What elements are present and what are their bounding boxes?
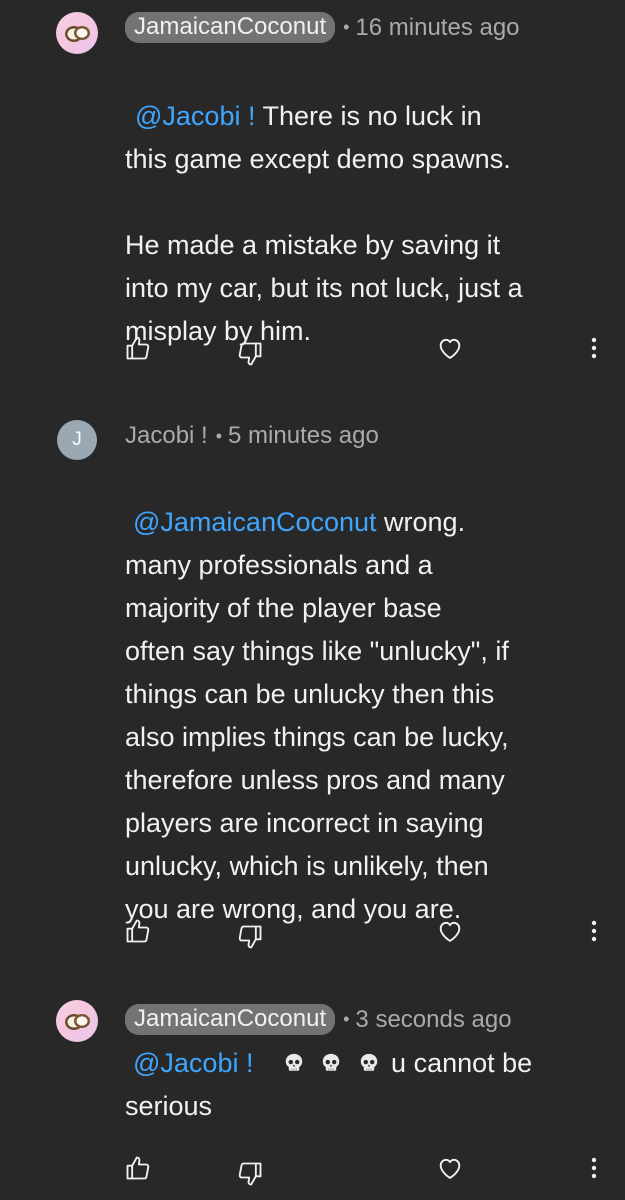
comment-text: @JamaicanCoconut wrong. many professiona… <box>125 458 605 931</box>
like-button[interactable] <box>121 914 155 948</box>
heart-button[interactable] <box>433 331 467 365</box>
more-vertical-icon <box>591 920 597 942</box>
timestamp[interactable]: 3 seconds ago <box>355 1006 511 1034</box>
like-button[interactable] <box>121 1151 155 1185</box>
thumbs-down-icon <box>238 1162 262 1186</box>
comment-header: Jacobi ! • 5 minutes ago <box>125 422 379 450</box>
more-button[interactable] <box>577 914 611 948</box>
heart-button[interactable] <box>433 914 467 948</box>
timestamp[interactable]: 5 minutes ago <box>228 422 379 450</box>
more-button[interactable] <box>577 331 611 365</box>
more-vertical-icon <box>591 337 597 359</box>
comment-actions <box>0 331 625 371</box>
heart-icon <box>439 921 461 942</box>
coconut-icon <box>65 1014 90 1030</box>
thumbs-up-icon <box>126 336 150 360</box>
dislike-button[interactable] <box>233 337 267 371</box>
avatar[interactable] <box>56 1000 98 1042</box>
thumbs-down-icon <box>238 342 262 366</box>
author-name[interactable]: JamaicanCoconut <box>125 1004 336 1035</box>
skull-emoji <box>360 1053 377 1071</box>
heart-icon <box>439 338 461 359</box>
heart-icon <box>439 1158 461 1179</box>
timestamp[interactable]: 16 minutes ago <box>355 14 519 42</box>
mention-link[interactable]: @Jacobi ! <box>133 1048 253 1078</box>
avatar[interactable] <box>56 12 98 54</box>
like-button[interactable] <box>121 331 155 365</box>
comment-actions <box>0 1151 625 1191</box>
comment-header: JamaicanCoconut • 3 seconds ago <box>125 1004 512 1035</box>
dislike-button[interactable] <box>233 920 267 954</box>
skull-emoji <box>322 1053 340 1071</box>
comment-text-content: u cannot be <box>391 1048 533 1078</box>
more-button[interactable] <box>577 1151 611 1185</box>
dislike-button[interactable] <box>233 1157 267 1191</box>
comment-text: @Jacobi ! u cannot be serious <box>125 1042 605 1128</box>
thumbs-up-icon <box>126 1156 150 1180</box>
comment-text-content-line2: serious <box>125 1091 213 1121</box>
comment-text: @Jacobi ! There is no luck in this game … <box>125 52 605 353</box>
thumbs-down-icon <box>238 925 262 949</box>
coconut-icon <box>65 26 90 42</box>
avatar-letter: J <box>72 429 82 450</box>
mention-link[interactable]: @JamaicanCoconut <box>133 507 377 537</box>
skull-emoji <box>285 1053 302 1071</box>
comment-text-content: wrong. many professionals and a majority… <box>125 507 509 924</box>
heart-button[interactable] <box>433 1151 467 1185</box>
comment-header: JamaicanCoconut • 16 minutes ago <box>125 12 520 43</box>
thumbs-up-icon <box>126 919 150 943</box>
comment-text-content: There is no luck in this game except dem… <box>125 101 523 346</box>
more-vertical-icon <box>591 1157 597 1179</box>
separator-dot: • <box>343 1009 350 1029</box>
separator-dot: • <box>215 425 223 446</box>
avatar[interactable]: J <box>57 420 97 460</box>
separator-dot: • <box>343 17 350 37</box>
author-name[interactable]: Jacobi ! <box>125 422 208 450</box>
comment-actions <box>0 914 625 954</box>
mention-link[interactable]: @Jacobi ! <box>135 101 255 131</box>
author-name[interactable]: JamaicanCoconut <box>125 12 336 43</box>
